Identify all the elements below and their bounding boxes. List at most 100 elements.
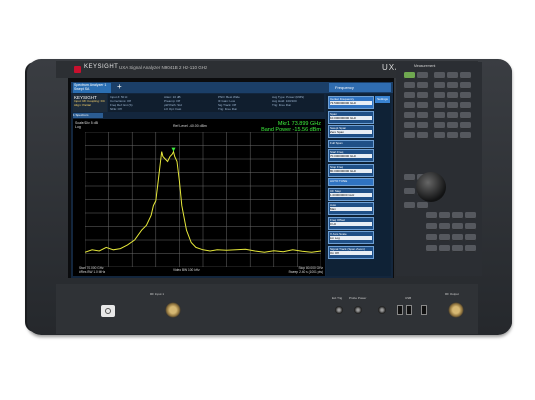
window-tab-spectrum[interactable]: 1 Spectrum [73,113,103,118]
hardkey[interactable] [447,102,458,109]
nav-key[interactable] [404,188,415,195]
tab-spectrum-analyzer[interactable]: Spectrum Analyzer 1 Swept SA [73,83,111,93]
probe-power-label: Probe Power [349,296,367,300]
numeric-key[interactable] [439,245,450,252]
hardkey[interactable] [434,92,445,99]
hardkey[interactable] [404,72,415,79]
softkey-value: 80.000000000 GHz [330,168,372,173]
front-control-panel [396,62,482,276]
hardkey[interactable] [447,132,458,139]
hardkey[interactable] [404,122,415,129]
numeric-key[interactable] [426,223,437,230]
rf-input-connector[interactable] [165,302,181,318]
softkey[interactable]: Span 10.000000000 GHz [328,110,374,124]
numeric-key[interactable] [439,212,450,219]
hardkey[interactable] [434,102,445,109]
add-tab-button[interactable]: + [117,82,122,92]
hardkey[interactable] [447,72,458,79]
info-column: Avg Type: Power (RMS) Avg Hold: 100/100 Tr… [272,95,304,107]
hardkey[interactable] [460,92,471,99]
hardkey[interactable] [417,92,428,99]
numeric-key[interactable] [452,212,463,219]
numeric-key[interactable] [426,212,437,219]
hardkey[interactable] [434,132,445,139]
hardkey[interactable] [417,82,428,89]
tab-bar: Spectrum Analyzer 1 Swept SA + Frequency [71,82,393,93]
hardkey[interactable] [460,102,471,109]
hardkey[interactable] [447,112,458,119]
numeric-key[interactable] [439,223,450,230]
settings-info-bar[interactable]: Input Z: 50 Ω Corrections: Off Freq Ref: E… [108,94,324,112]
numeric-key[interactable] [426,234,437,241]
spectrum-plot[interactable]: Scale/Div 5 dB Log Ref Level -40.00 dBm M… [73,119,325,276]
hardkey[interactable] [404,112,415,119]
hardkey[interactable] [460,122,471,129]
rotary-knob[interactable] [416,172,446,202]
info-item: Trig: Free Run [218,107,238,111]
softkey[interactable]: Auto Man [328,202,374,215]
numeric-key[interactable] [465,212,476,219]
softkey[interactable]: Center Frequency 73.500000000 GHz [328,96,374,109]
hardkey[interactable] [417,112,428,119]
hardkey[interactable] [417,122,428,129]
hardkey[interactable] [447,82,458,89]
hardkey[interactable] [447,122,458,129]
softkey[interactable]: Swept Span Zero Span [328,125,374,138]
hardkey[interactable] [460,112,471,119]
nav-key[interactable] [417,202,428,209]
numeric-key[interactable] [452,223,463,230]
settings-tab[interactable]: Settings [375,96,390,103]
numeric-key[interactable] [465,245,476,252]
hardkey[interactable] [417,72,428,79]
headphone-port[interactable] [378,306,386,314]
analyzer-screen[interactable]: Spectrum Analyzer 1 Swept SA + Frequency… [71,82,393,278]
numeric-key[interactable] [439,234,450,241]
softkey[interactable]: X Axis Scale Lin Log [328,231,374,244]
hardkey[interactable] [460,82,471,89]
info-column: PNO: Best Wide IF Gain: Low Sig Track: Off… [218,95,240,111]
hardkey[interactable] [434,82,445,89]
nav-key[interactable] [404,174,415,181]
rf-output-connector[interactable] [448,302,464,318]
softkey[interactable]: CF Step 1.000000000 GHz [328,187,374,201]
numeric-key[interactable] [426,245,437,252]
usb-port-3[interactable] [421,305,427,315]
hardkey[interactable] [417,132,428,139]
usb-port-1[interactable] [397,305,403,315]
numeric-key[interactable] [452,234,463,241]
probe-power-port[interactable] [354,306,362,314]
softkey[interactable]: Signal Track (Span Zoom) On Off [328,245,374,259]
log-label: Log [75,125,81,129]
softkey[interactable]: Stop Freq 80.000000000 GHz [328,163,374,177]
usb-label: USB [405,296,412,300]
brand-label: KEYSIGHT [84,64,119,70]
input-summary: KEYSIGHT Input: RF Coupling: DC Align: P… [73,94,107,112]
sweep-time: Sweep 2.40 s (1001 pts) [288,270,323,274]
nav-key[interactable] [404,202,415,209]
numeric-key[interactable] [465,223,476,230]
hardkey[interactable] [447,92,458,99]
hardkey[interactable] [434,72,445,79]
softkey[interactable]: Start Freq 70.000000000 GHz [328,149,374,162]
res-bw: #Res BW 1.0 MHz [79,270,106,274]
hardkey[interactable] [417,102,428,109]
softkey[interactable]: Freq Offset 0 Hz [328,216,374,230]
hardkey[interactable] [404,132,415,139]
softkey-value: Man [330,207,372,211]
hardkey[interactable] [404,92,415,99]
hardkey[interactable] [434,122,445,129]
softkey[interactable]: AUTO TUNE [328,178,374,186]
power-button[interactable] [101,305,115,317]
hardkey[interactable] [404,102,415,109]
hardkey[interactable] [460,72,471,79]
softkey[interactable]: Full Span [328,139,374,148]
ext-trig-port[interactable] [335,306,343,314]
numeric-key[interactable] [452,245,463,252]
hardkey[interactable] [434,112,445,119]
hardkey[interactable] [404,82,415,89]
hardkey[interactable] [460,132,471,139]
usb-port-2[interactable] [406,305,412,315]
numeric-key[interactable] [465,234,476,241]
frequency-menu-header[interactable]: Frequency [329,83,391,92]
ext-trig-label: Ext Trig [332,296,343,300]
